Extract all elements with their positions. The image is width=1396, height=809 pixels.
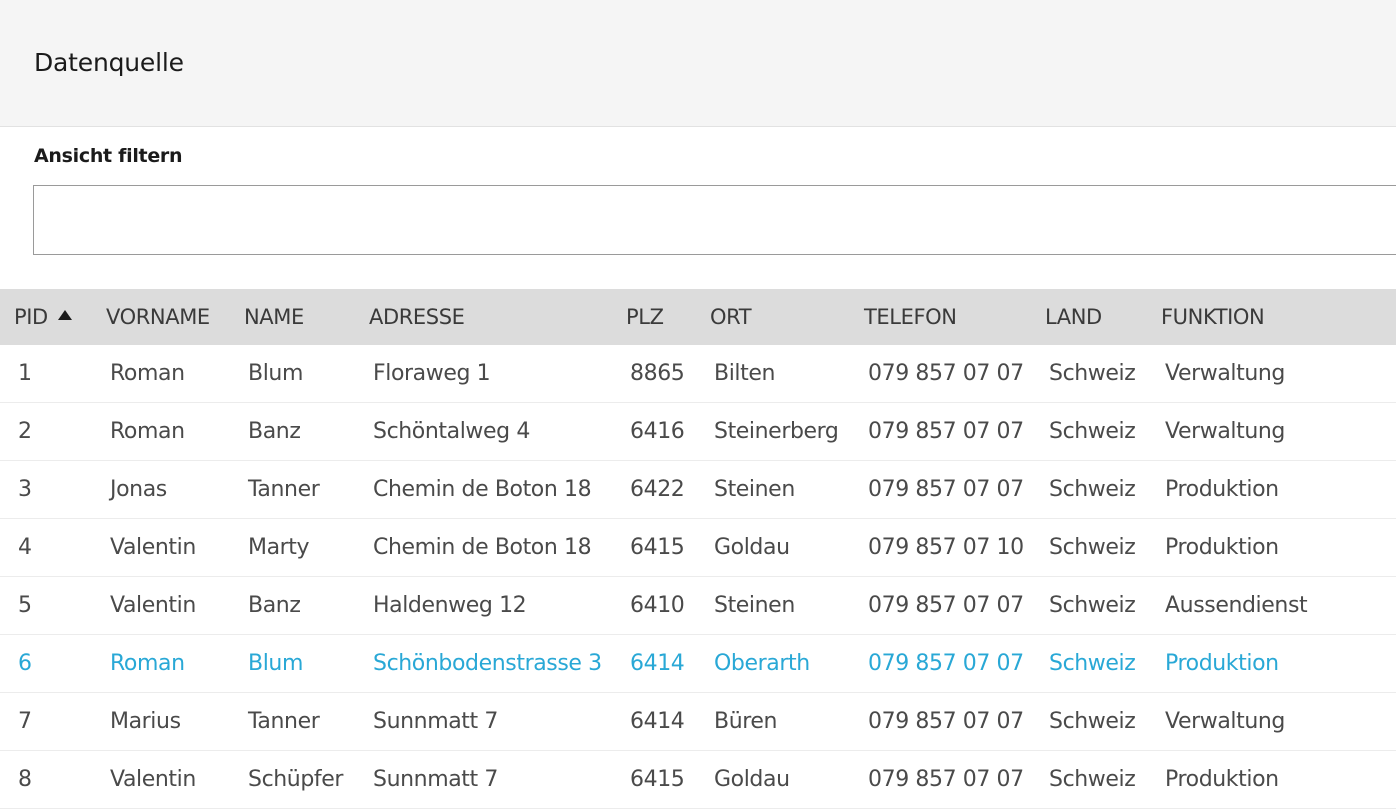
cell-pid: 2: [18, 419, 32, 444]
cell-plz: 6415: [630, 535, 685, 560]
cell-adresse: Haldenweg 12: [373, 593, 527, 618]
cell-funktion: Produktion: [1165, 767, 1279, 792]
cell-name: Tanner: [248, 709, 320, 734]
table-row[interactable]: 2 Roman Banz Schöntalweg 4 6416 Steinerberg 07…: [0, 403, 1396, 461]
cell-adresse: Sunnmatt 7: [373, 709, 498, 734]
cell-land: Schweiz: [1049, 767, 1136, 792]
cell-adresse: Chemin de Boton 18: [373, 477, 592, 502]
column-header-name[interactable]: NAME: [244, 289, 304, 345]
cell-vorname: Valentin: [110, 767, 196, 792]
cell-name: Banz: [248, 593, 301, 618]
cell-telefon: 079 857 07 07: [868, 651, 1024, 676]
cell-adresse: Sunnmatt 7: [373, 767, 498, 792]
cell-funktion: Verwaltung: [1165, 709, 1285, 734]
grid-body: 1 Roman Blum Floraweg 1 8865 Bilten 079 857 07…: [0, 345, 1396, 809]
cell-land: Schweiz: [1049, 535, 1136, 560]
cell-pid: 6: [18, 651, 32, 676]
cell-funktion: Aussendienst: [1165, 593, 1308, 618]
data-grid: PID VORNAME NAME ADRESSE PLZ ORT TELEFON…: [0, 289, 1396, 809]
cell-telefon: 079 857 07 07: [868, 477, 1024, 502]
cell-telefon: 079 857 07 07: [868, 709, 1024, 734]
cell-plz: 6415: [630, 767, 685, 792]
cell-land: Schweiz: [1049, 593, 1136, 618]
cell-ort: Goldau: [714, 535, 790, 560]
cell-ort: Goldau: [714, 767, 790, 792]
cell-vorname: Roman: [110, 419, 185, 444]
cell-funktion: Produktion: [1165, 477, 1279, 502]
column-header-vorname[interactable]: VORNAME: [106, 289, 210, 345]
cell-name: Blum: [248, 651, 303, 676]
column-header-land[interactable]: LAND: [1045, 289, 1102, 345]
cell-ort: Steinen: [714, 477, 795, 502]
cell-vorname: Valentin: [110, 593, 196, 618]
cell-telefon: 079 857 07 07: [868, 419, 1024, 444]
cell-telefon: 079 857 07 10: [868, 535, 1024, 560]
page-header: Datenquelle: [0, 0, 1396, 127]
cell-land: Schweiz: [1049, 419, 1136, 444]
column-header-pid[interactable]: PID: [14, 289, 72, 345]
cell-plz: 6410: [630, 593, 685, 618]
table-row[interactable]: 5 Valentin Banz Haldenweg 12 6410 Steinen 079 …: [0, 577, 1396, 635]
table-row[interactable]: 1 Roman Blum Floraweg 1 8865 Bilten 079 857 07…: [0, 345, 1396, 403]
cell-adresse: Schönbodenstrasse 3: [373, 651, 602, 676]
cell-funktion: Produktion: [1165, 535, 1279, 560]
cell-vorname: Roman: [110, 651, 185, 676]
cell-funktion: Verwaltung: [1165, 419, 1285, 444]
table-row[interactable]: 6 Roman Blum Schönbodenstrasse 3 6414 Oberart…: [0, 635, 1396, 693]
cell-funktion: Produktion: [1165, 651, 1279, 676]
column-header-ort[interactable]: ORT: [710, 289, 752, 345]
cell-land: Schweiz: [1049, 709, 1136, 734]
filter-input[interactable]: [33, 185, 1396, 255]
cell-telefon: 079 857 07 07: [868, 767, 1024, 792]
cell-ort: Oberarth: [714, 651, 810, 676]
cell-plz: 6414: [630, 651, 685, 676]
cell-ort: Steinerberg: [714, 419, 839, 444]
column-header-adresse[interactable]: ADRESSE: [369, 289, 465, 345]
table-row[interactable]: 3 Jonas Tanner Chemin de Boton 18 6422 Steine…: [0, 461, 1396, 519]
cell-adresse: Schöntalweg 4: [373, 419, 530, 444]
cell-land: Schweiz: [1049, 651, 1136, 676]
sort-up-icon: [57, 310, 72, 320]
table-row[interactable]: 4 Valentin Marty Chemin de Boton 18 6415 Gold…: [0, 519, 1396, 577]
cell-name: Schüpfer: [248, 767, 344, 792]
cell-pid: 4: [18, 535, 32, 560]
cell-pid: 5: [18, 593, 32, 618]
table-row[interactable]: 7 Marius Tanner Sunnmatt 7 6414 Büren 079 857 …: [0, 693, 1396, 751]
cell-pid: 3: [18, 477, 32, 502]
cell-ort: Steinen: [714, 593, 795, 618]
cell-pid: 7: [18, 709, 32, 734]
cell-plz: 8865: [630, 361, 685, 386]
cell-ort: Bilten: [714, 361, 776, 386]
cell-funktion: Verwaltung: [1165, 361, 1285, 386]
table-row[interactable]: 8 Valentin Schüpfer Sunnmatt 7 6415 Goldau 079…: [0, 751, 1396, 809]
cell-vorname: Marius: [110, 709, 181, 734]
column-header-funktion[interactable]: FUNKTION: [1161, 289, 1265, 345]
cell-plz: 6416: [630, 419, 685, 444]
cell-adresse: Floraweg 1: [373, 361, 491, 386]
cell-land: Schweiz: [1049, 361, 1136, 386]
cell-name: Banz: [248, 419, 301, 444]
column-header-plz[interactable]: PLZ: [626, 289, 664, 345]
cell-name: Marty: [248, 535, 310, 560]
cell-adresse: Chemin de Boton 18: [373, 535, 592, 560]
cell-vorname: Valentin: [110, 535, 196, 560]
cell-pid: 1: [18, 361, 32, 386]
cell-land: Schweiz: [1049, 477, 1136, 502]
cell-pid: 8: [18, 767, 32, 792]
column-header-label: PID: [14, 305, 48, 329]
cell-plz: 6422: [630, 477, 685, 502]
column-header-telefon[interactable]: TELEFON: [864, 289, 957, 345]
cell-telefon: 079 857 07 07: [868, 361, 1024, 386]
cell-vorname: Roman: [110, 361, 185, 386]
grid-header: PID VORNAME NAME ADRESSE PLZ ORT TELEFON…: [0, 289, 1396, 345]
cell-name: Tanner: [248, 477, 320, 502]
page-title: Datenquelle: [34, 48, 184, 77]
cell-plz: 6414: [630, 709, 685, 734]
cell-telefon: 079 857 07 07: [868, 593, 1024, 618]
cell-vorname: Jonas: [110, 477, 167, 502]
cell-ort: Büren: [714, 709, 778, 734]
cell-name: Blum: [248, 361, 303, 386]
filter-label: Ansicht filtern: [34, 145, 183, 167]
